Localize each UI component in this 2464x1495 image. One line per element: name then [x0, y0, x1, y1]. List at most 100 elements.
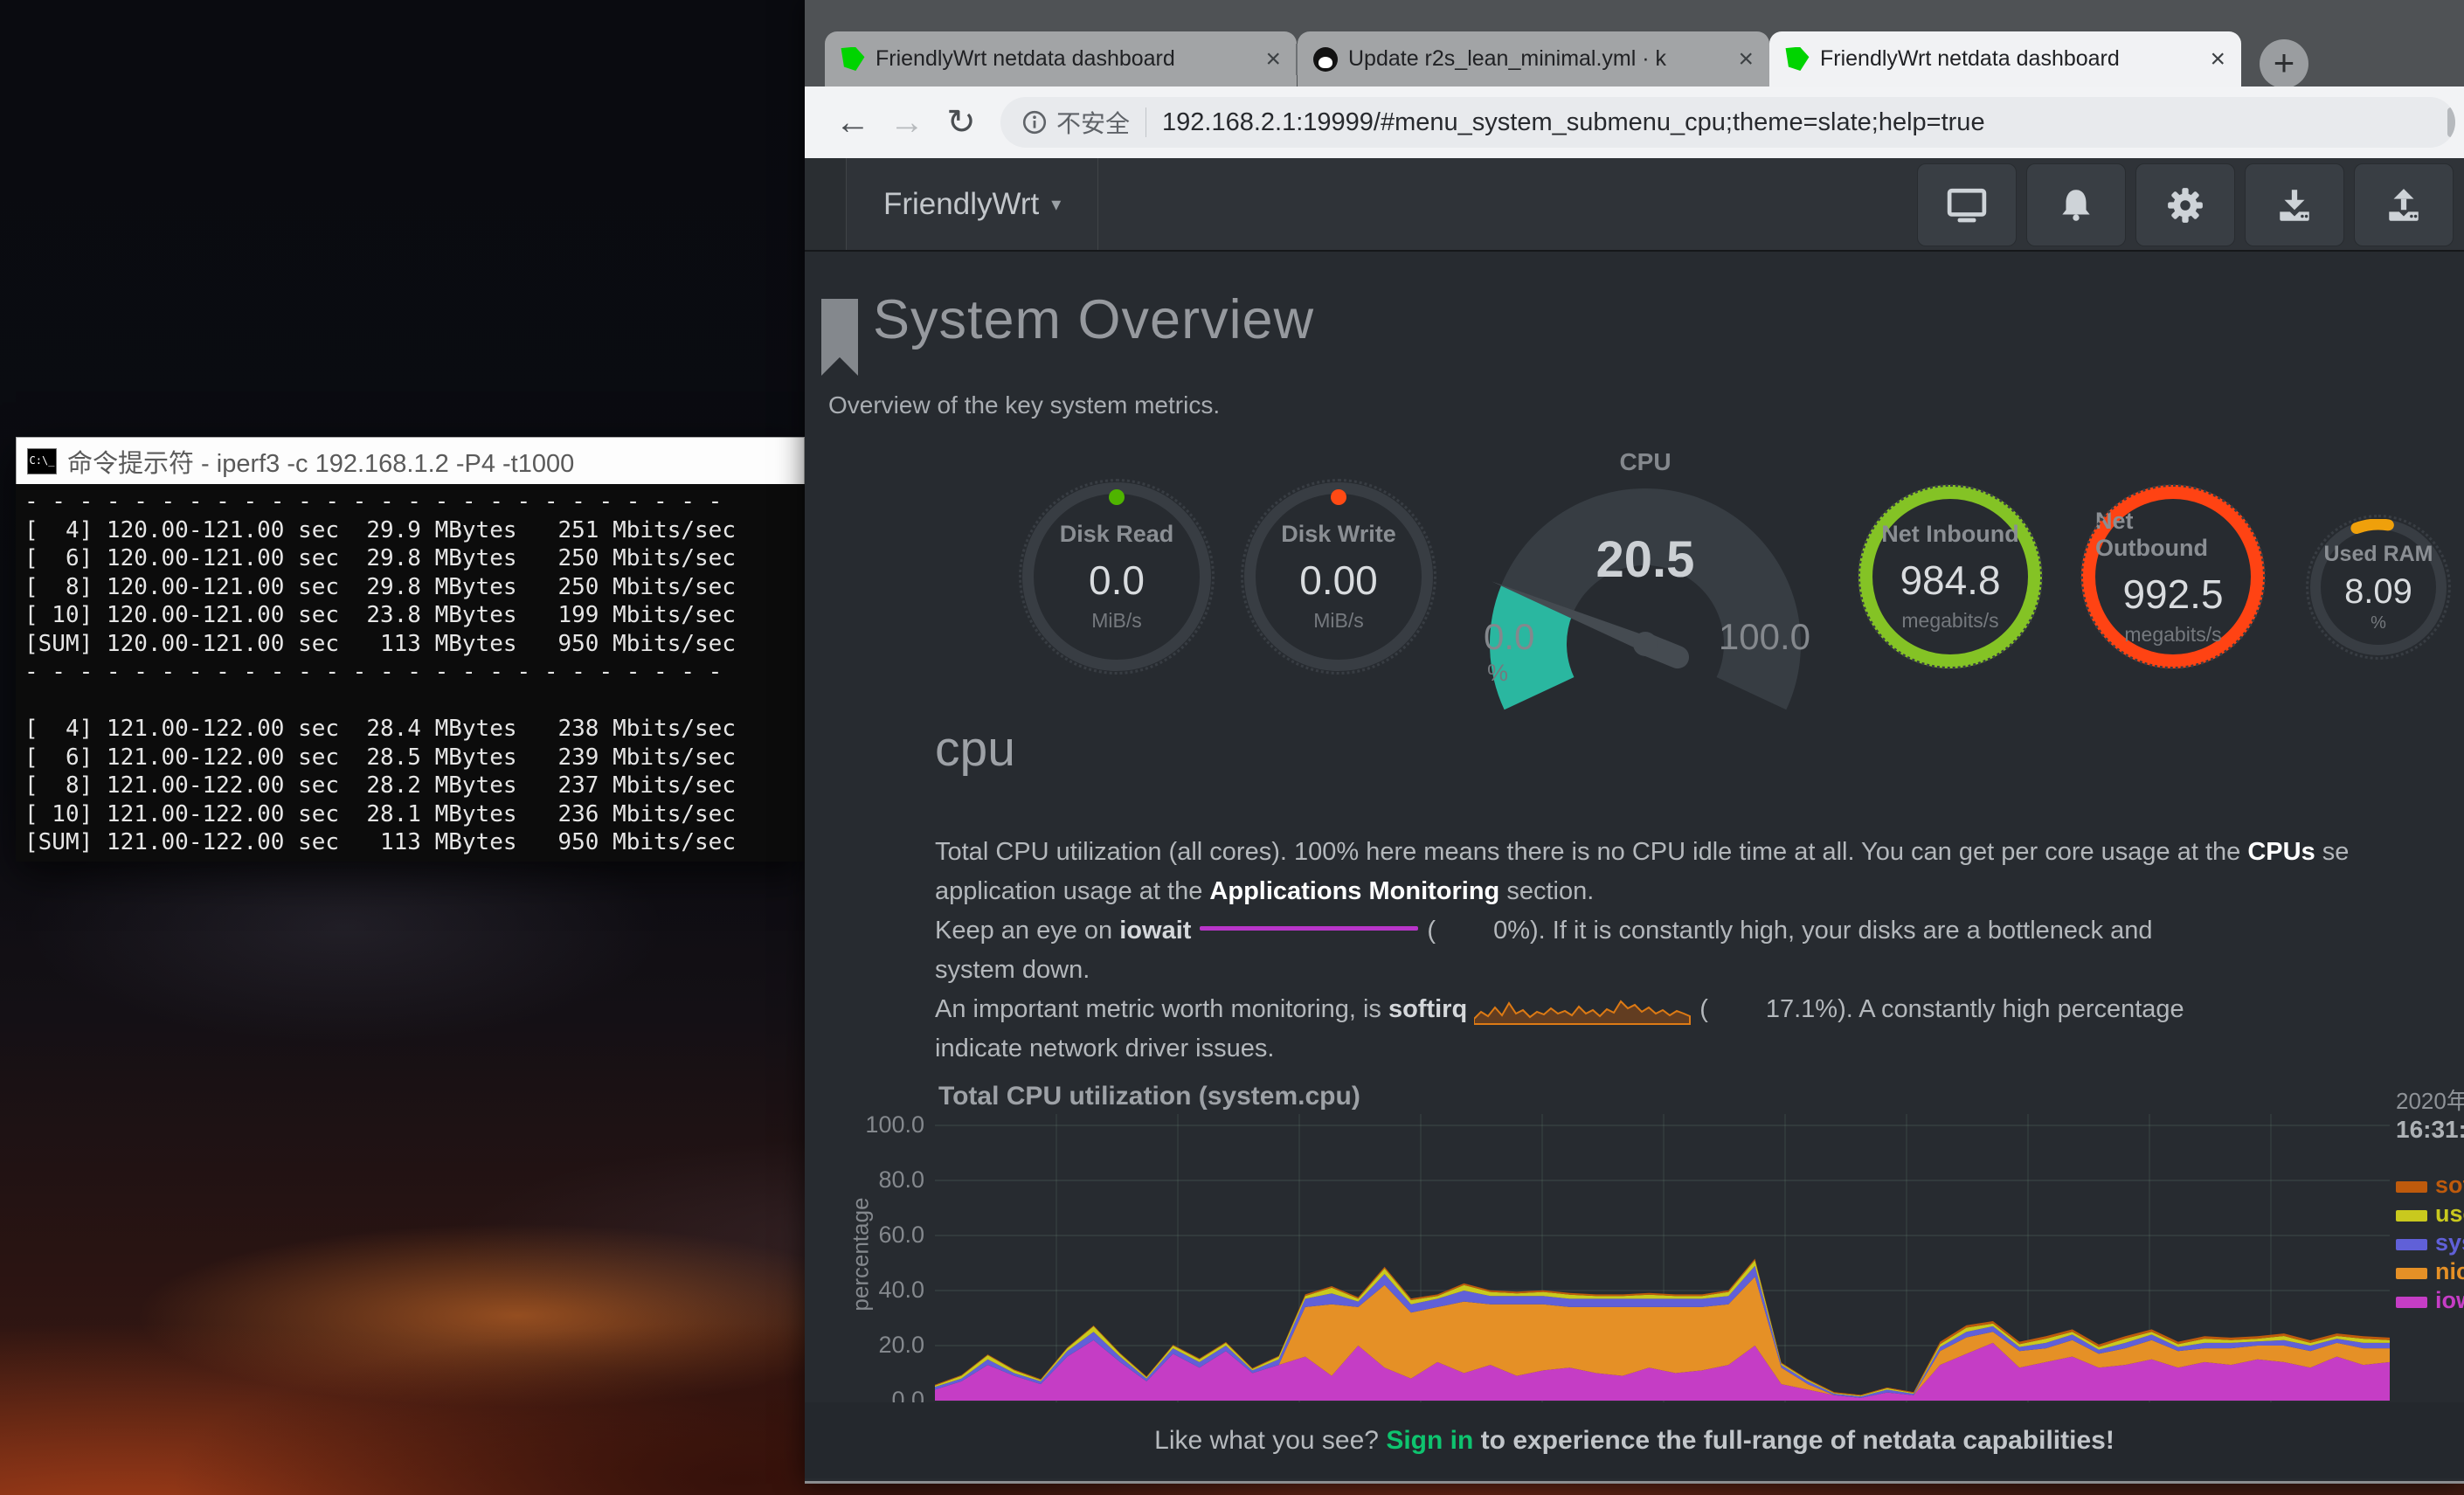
address-bar[interactable]: 不安全 192.168.2.1:19999/#menu_system_subme… — [1000, 97, 2455, 148]
chart-time: 16:31:2 — [2396, 1116, 2464, 1144]
legend-swatch — [2396, 1210, 2427, 1222]
iowait-sparkline[interactable] — [1200, 926, 1418, 931]
text: 0%). If it is constantly high, your disk… — [1493, 917, 2152, 945]
description-line: application usage at the Applications Mo… — [935, 872, 2457, 911]
text: application usage at the — [935, 877, 1209, 905]
cpu-utilization-chart[interactable] — [935, 1114, 2390, 1405]
cmd-icon: C:\_ — [27, 448, 57, 474]
tab-netdata-1[interactable]: FriendlyWrt netdata dashboard × — [825, 31, 1297, 87]
legend-label: system — [2435, 1229, 2464, 1256]
terminal-body[interactable]: - - - - - - - - - - - - - - - - - - - - … — [16, 484, 805, 862]
terminal-window[interactable]: C:\_ 命令提示符 - iperf3 -c 192.168.1.2 -P4 -… — [16, 437, 805, 862]
gauge-used-ram[interactable]: Used RAM 8.09 % — [2310, 519, 2447, 655]
new-tab-button[interactable]: + — [2260, 39, 2308, 88]
bell-icon — [2056, 185, 2096, 225]
y-axis-tick: 80.0 — [813, 1166, 924, 1193]
forward-button[interactable]: → — [880, 103, 934, 142]
applications-monitoring-link[interactable]: Applications Monitoring — [1209, 877, 1499, 905]
y-axis-tick: 20.0 — [813, 1332, 924, 1358]
export-snapshot-button[interactable] — [2354, 163, 2454, 246]
tab-close-icon[interactable]: × — [1265, 46, 1281, 73]
info-icon[interactable] — [1021, 109, 1048, 135]
tab-github[interactable]: Update r2s_lean_minimal.yml · k × — [1298, 31, 1769, 87]
gauge-ticks — [2080, 484, 2266, 669]
back-button[interactable]: ← — [826, 103, 880, 142]
terminal-line: - - - - - - - - - - - - - - - - - - - - … — [24, 488, 805, 516]
legend-item[interactable]: iowait — [2396, 1288, 2464, 1317]
terminal-titlebar[interactable]: C:\_ 命令提示符 - iperf3 -c 192.168.1.2 -P4 -… — [16, 437, 805, 484]
legend-item[interactable]: softirq — [2396, 1173, 2464, 1201]
print-dashboard-button[interactable] — [1917, 163, 2017, 246]
tab-title: Update r2s_lean_minimal.yml · k — [1348, 46, 1727, 72]
gauge-net-outbound[interactable]: Net Outbound 992.5 megabits/s — [2081, 485, 2265, 668]
legend-label: user — [2435, 1201, 2464, 1227]
url-text[interactable]: 192.168.2.1:19999/#menu_system_submenu_c… — [1162, 108, 2438, 137]
chart-date: 2020年3 — [2396, 1083, 2464, 1116]
cpus-link[interactable]: CPUs — [2247, 838, 2315, 866]
legend-swatch — [2396, 1268, 2427, 1279]
text: Total CPU utilization (all cores). 100% … — [935, 838, 2247, 866]
security-label[interactable]: 不安全 — [1056, 105, 1130, 140]
gauge-cpu[interactable]: CPU 20.5 0.0 100.0 % — [1477, 448, 1814, 689]
legend-label: iowait — [2435, 1287, 2464, 1313]
terminal-line: - - - - - - - - - - - - - - - - - - - - … — [24, 658, 805, 687]
terminal-line: [SUM] 120.00-121.00 sec 113 MBytes 950 M… — [24, 630, 805, 659]
used-ram-arc — [2310, 519, 2447, 655]
omnibox-divider — [1145, 107, 1146, 137]
legend-item[interactable]: system — [2396, 1230, 2464, 1259]
text: se — [2315, 838, 2350, 866]
y-axis-tick: 100.0 — [813, 1111, 924, 1138]
gauge-ticks — [1858, 484, 2043, 669]
description-line: system down. — [935, 951, 2457, 990]
description-line: Keep an eye on iowait(0%). If it is cons… — [935, 911, 2457, 951]
gauge-disk-write[interactable]: Disk Write 0.00 MiB/s — [1244, 482, 1433, 671]
chart-ylabel: percentage — [848, 1167, 875, 1342]
import-snapshot-button[interactable] — [2245, 163, 2344, 246]
host-name: FriendlyWrt — [883, 187, 1039, 222]
bookmark-icon[interactable] — [2447, 107, 2455, 137]
alarms-button[interactable] — [2026, 163, 2126, 246]
text: indicate network driver issues. — [935, 1035, 1274, 1062]
download-icon — [2274, 185, 2315, 225]
gauge-label: CPU — [1477, 448, 1814, 476]
text: Like what you see? — [1154, 1426, 1386, 1455]
tab-title: FriendlyWrt netdata dashboard — [876, 46, 1255, 72]
bookmark-icon — [821, 299, 858, 376]
iowait-label: iowait — [1119, 917, 1191, 945]
text: 17.1%). A constantly high percentage — [1766, 995, 2184, 1023]
tab-close-icon[interactable]: × — [1738, 46, 1754, 73]
tab-close-icon[interactable]: × — [2210, 46, 2225, 73]
tab-strip: FriendlyWrt netdata dashboard × Update r… — [805, 0, 2464, 87]
chart-legend: softirqusersystem niceiowait — [2396, 1173, 2464, 1317]
tab-title: FriendlyWrt netdata dashboard — [1820, 46, 2199, 72]
netdata-favicon — [1785, 47, 1810, 72]
cpu-description: Total CPU utilization (all cores). 100% … — [935, 833, 2457, 1077]
github-favicon — [1313, 47, 1338, 72]
section-heading-cpu: cpu — [935, 720, 1015, 778]
netdata-favicon — [841, 47, 865, 72]
browser-toolbar: ← → ↻ 不安全 192.168.2.1:19999/#menu_system… — [805, 87, 2464, 158]
terminal-line: [ 4] 120.00-121.00 sec 29.9 MBytes 251 M… — [24, 516, 805, 545]
chart-timestamp: 2020年3 16:31:2 — [2396, 1083, 2464, 1144]
tab-netdata-active[interactable]: FriendlyWrt netdata dashboard × — [1769, 31, 2241, 87]
disk-read-dot — [1109, 489, 1125, 505]
legend-swatch — [2396, 1297, 2427, 1308]
gauge-disk-read[interactable]: Disk Read 0.0 MiB/s — [1022, 482, 1211, 671]
navbar-buttons — [1917, 163, 2454, 246]
legend-item[interactable]: nice — [2396, 1259, 2464, 1288]
page-subtitle: Overview of the key system metrics. — [828, 391, 1220, 419]
page-title: System Overview — [873, 288, 1314, 351]
gauge-net-inbound[interactable]: Net Inbound 984.8 megabits/s — [1858, 485, 2042, 668]
settings-button[interactable] — [2135, 163, 2235, 246]
description-line: Total CPU utilization (all cores). 100% … — [935, 833, 2457, 872]
text: section. — [1499, 877, 1594, 905]
host-selector[interactable]: FriendlyWrt ▾ — [847, 158, 1098, 250]
legend-item[interactable]: user — [2396, 1201, 2464, 1230]
terminal-line: [ 8] 120.00-121.00 sec 29.8 MBytes 250 M… — [24, 573, 805, 602]
legend-swatch — [2396, 1239, 2427, 1250]
terminal-title: 命令提示符 - iperf3 -c 192.168.1.2 -P4 -t1000 — [67, 443, 574, 480]
reload-button[interactable]: ↻ — [934, 102, 988, 142]
softirq-sparkline[interactable] — [1474, 993, 1692, 1026]
monitor-icon — [1947, 185, 1987, 225]
sign-in-link[interactable]: Sign in — [1386, 1426, 1473, 1455]
